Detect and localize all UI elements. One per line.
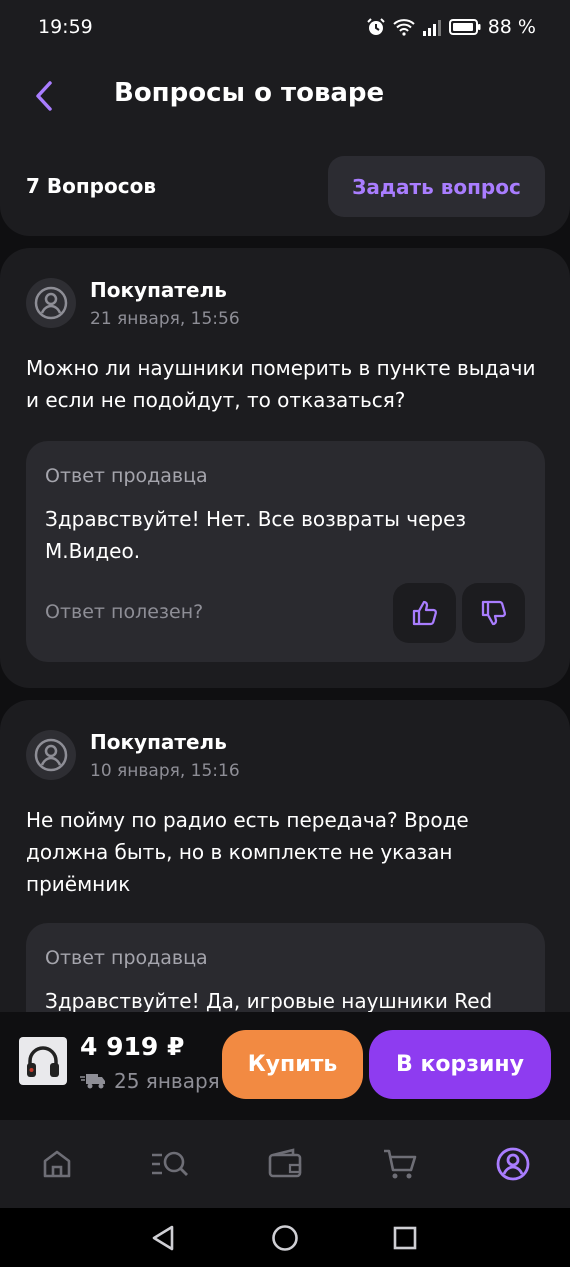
thumbs-up-icon [412, 600, 437, 626]
tab-wallet[interactable] [265, 1144, 305, 1184]
system-back-button[interactable] [145, 1220, 181, 1256]
status-icons: 88 % [366, 16, 536, 38]
helpful-label: Ответ полезен? [45, 601, 204, 623]
question-date: 21 января, 15:56 [90, 309, 240, 329]
chevron-left-icon [36, 81, 52, 111]
home-icon [43, 1150, 71, 1178]
tab-catalog[interactable] [150, 1144, 190, 1184]
user-icon [34, 738, 68, 772]
question-card: Покупатель 21 января, 15:56 Можно ли нау… [0, 248, 570, 688]
answer-text: Здравствуйте! Нет. Все возвраты через М.… [45, 507, 467, 563]
user-icon [34, 286, 68, 320]
headphones-icon [27, 1046, 59, 1077]
delivery-date: 25 января [80, 1068, 230, 1094]
seller-answer: Ответ продавца Здравствуйте! Нет. Все во… [26, 441, 545, 662]
buy-bar: 4 919 ₽ 25 января Купить В корзину [0, 1012, 570, 1120]
status-time: 19:59 [38, 16, 93, 38]
system-recents-button[interactable] [387, 1220, 423, 1256]
question-text: Можно ли наушники померить в пункте выда… [26, 356, 536, 412]
triangle-back-icon [152, 1225, 174, 1251]
truck-icon [80, 1074, 105, 1089]
circle-home-icon [272, 1225, 298, 1251]
catalog-search-icon [152, 1151, 188, 1176]
wallet-icon [268, 1148, 302, 1178]
author-name: Покупатель [90, 730, 227, 754]
question-text: Не пойму по радио есть передача? Вроде д… [26, 808, 469, 896]
avatar [26, 278, 76, 328]
buy-button[interactable]: Купить [222, 1030, 363, 1099]
add-to-cart-button[interactable]: В корзину [369, 1030, 551, 1099]
bottom-tab-bar [0, 1120, 570, 1208]
cart-icon [384, 1149, 417, 1179]
avatar [26, 730, 76, 780]
signal-icon [422, 18, 442, 36]
product-thumbnail[interactable] [19, 1037, 67, 1085]
battery-level: 88 % [487, 16, 536, 38]
system-nav-bar [0, 1208, 570, 1267]
product-price: 4 919 ₽ [80, 1032, 185, 1061]
header: Вопросы о товаре 7 Вопросов Задать вопро… [0, 56, 570, 236]
status-bar: 19:59 88 % [0, 0, 570, 56]
thumbs-down-button[interactable] [462, 583, 525, 643]
page-title: Вопросы о товаре [114, 78, 385, 108]
thumbs-up-button[interactable] [393, 583, 456, 643]
tab-home[interactable] [37, 1144, 77, 1184]
author-name: Покупатель [90, 278, 227, 302]
delivery-text: 25 января [114, 1069, 220, 1093]
alarm-icon [366, 17, 386, 37]
back-button[interactable] [24, 74, 64, 118]
tab-profile[interactable] [493, 1144, 533, 1184]
answer-title: Ответ продавца [45, 947, 208, 969]
answer-title: Ответ продавца [45, 465, 208, 487]
questions-count: 7 Вопросов [26, 174, 156, 198]
wifi-icon [393, 18, 415, 36]
system-home-button[interactable] [267, 1220, 303, 1256]
question-date: 10 января, 15:16 [90, 761, 240, 781]
ask-question-button[interactable]: Задать вопрос [328, 156, 545, 217]
profile-icon [496, 1147, 530, 1181]
square-recents-icon [393, 1226, 417, 1250]
tab-cart[interactable] [380, 1144, 420, 1184]
thumbs-down-icon [481, 600, 506, 626]
battery-icon [448, 18, 481, 36]
